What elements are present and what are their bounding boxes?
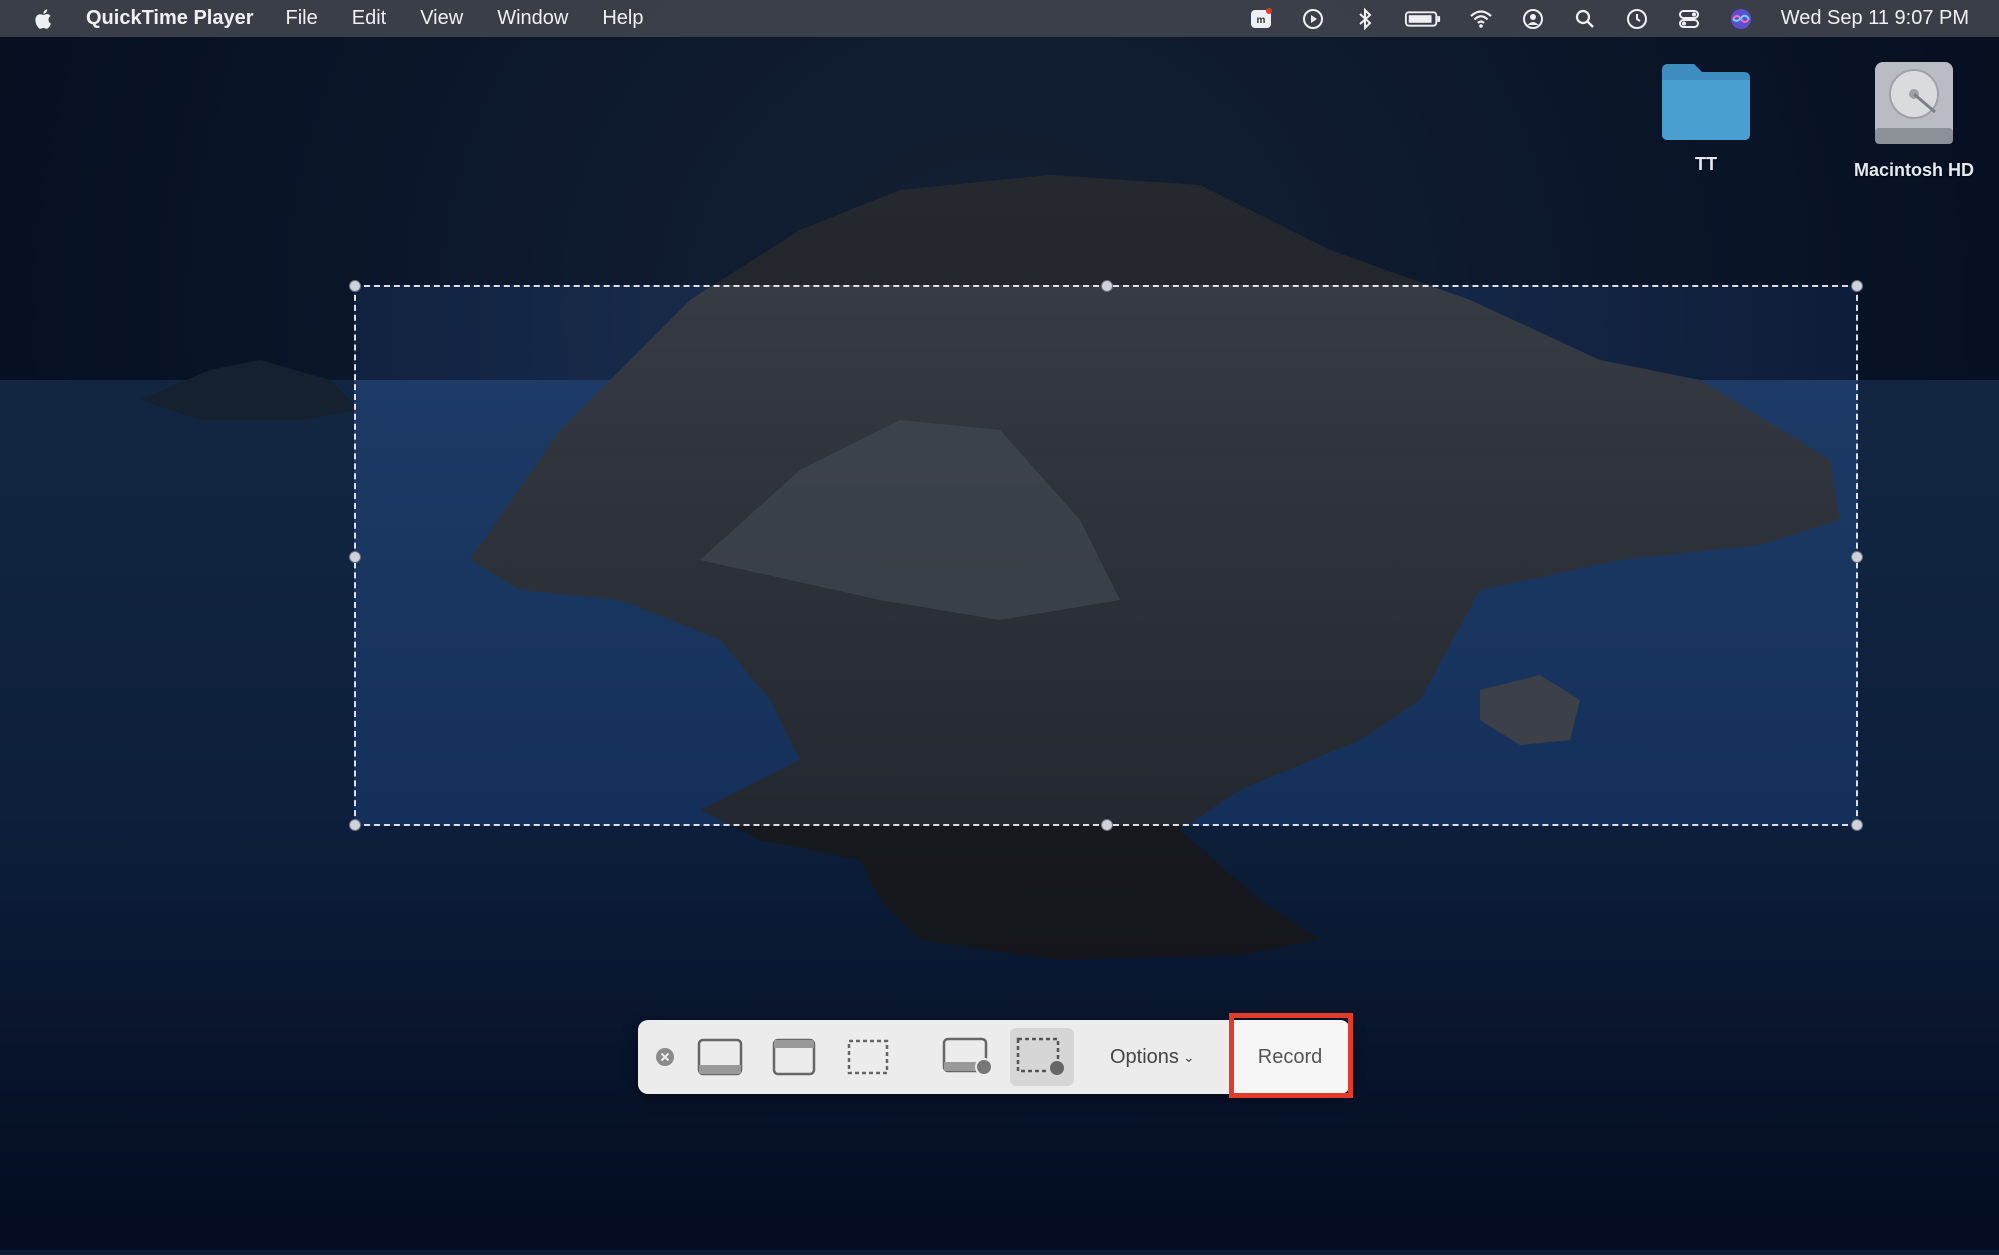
resize-handle-bottom-right[interactable]	[1851, 819, 1863, 831]
record-button-highlight	[1229, 1013, 1353, 1098]
menu-help[interactable]: Help	[602, 7, 643, 30]
desktop-item-tt[interactable]: TT	[1648, 58, 1764, 175]
menu-bar: QuickTime Player File Edit View Window H…	[0, 0, 1999, 37]
recording-selection-area[interactable]	[349, 280, 1863, 831]
apple-icon[interactable]	[32, 7, 56, 31]
wifi-icon[interactable]	[1467, 5, 1495, 33]
app-status-icon[interactable]: m	[1247, 5, 1275, 33]
resize-handle-bottom-left[interactable]	[349, 819, 361, 831]
resize-handle-middle-right[interactable]	[1851, 551, 1863, 563]
desktop-item-label: Macintosh HD	[1853, 160, 1974, 180]
menu-window[interactable]: Window	[497, 7, 568, 30]
record-entire-screen-button[interactable]	[940, 1034, 998, 1080]
chevron-down-icon: ⌄	[1182, 1048, 1195, 1065]
user-account-icon[interactable]	[1519, 5, 1547, 33]
capture-window-button[interactable]	[768, 1034, 820, 1080]
hard-drive-icon	[1875, 62, 1953, 144]
menu-app-name[interactable]: QuickTime Player	[86, 7, 254, 30]
options-dropdown[interactable]: Options ⌄	[1110, 1020, 1195, 1094]
resize-handle-bottom-center[interactable]	[1101, 819, 1113, 831]
control-center-icon[interactable]	[1675, 5, 1703, 33]
close-toolbar-button[interactable]	[654, 1046, 676, 1068]
menu-view[interactable]: View	[420, 7, 463, 30]
record-selection-icon	[1016, 1037, 1066, 1077]
options-label: Options	[1110, 1045, 1179, 1068]
folder-icon	[1662, 64, 1750, 140]
record-selected-portion-button[interactable]	[1010, 1028, 1074, 1086]
close-icon	[656, 1048, 674, 1066]
menu-edit[interactable]: Edit	[352, 7, 386, 30]
capture-entire-screen-button[interactable]	[694, 1034, 746, 1080]
record-entire-screen-icon	[942, 1037, 993, 1076]
desktop-item-macintosh-hd[interactable]: Macintosh HD	[1836, 58, 1992, 181]
siri-icon[interactable]	[1727, 5, 1755, 33]
spotlight-search-icon[interactable]	[1571, 5, 1599, 33]
desktop-item-label: TT	[1695, 154, 1717, 174]
menu-file[interactable]: File	[286, 7, 318, 30]
bluetooth-icon[interactable]	[1351, 5, 1379, 33]
status-menus: m Wed Sep 11 9:07 PM	[1223, 0, 1969, 37]
menu-bar-clock[interactable]: Wed Sep 11 9:07 PM	[1781, 7, 1969, 30]
play-circle-icon[interactable]	[1299, 5, 1327, 33]
resize-handle-top-right[interactable]	[1851, 280, 1863, 292]
selection-icon	[847, 1039, 889, 1075]
time-machine-icon[interactable]	[1623, 5, 1651, 33]
battery-icon[interactable]	[1403, 5, 1443, 33]
entire-screen-icon	[697, 1038, 743, 1076]
capture-selected-portion-button[interactable]	[842, 1034, 894, 1080]
svg-text:m: m	[1256, 15, 1265, 26]
resize-handle-middle-left[interactable]	[349, 551, 361, 563]
window-icon	[772, 1038, 816, 1076]
resize-handle-top-left[interactable]	[349, 280, 361, 292]
resize-handle-top-center[interactable]	[1101, 280, 1113, 292]
